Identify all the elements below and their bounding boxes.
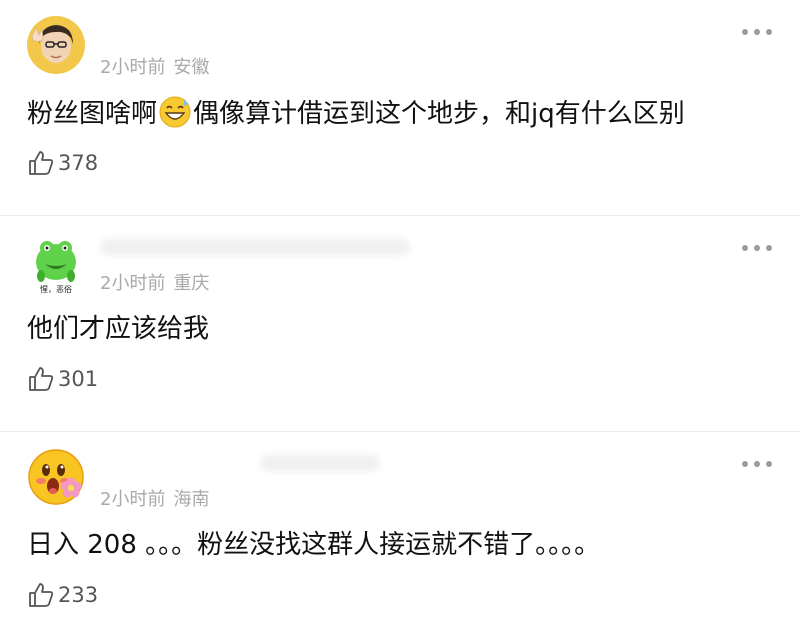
like-button[interactable]: 233 <box>27 581 98 609</box>
comment-location: 海南 <box>173 489 210 510</box>
avatar[interactable]: 惺，恶俗 <box>27 232 85 294</box>
blurred-username <box>260 454 380 472</box>
more-dots-icon[interactable] <box>742 243 772 253</box>
like-button[interactable]: 378 <box>27 149 98 177</box>
more-dots-icon[interactable] <box>742 459 772 469</box>
thumbs-up-icon <box>29 151 54 175</box>
comment-text-part: 粉丝图啥啊 <box>27 99 158 129</box>
comment-text: 粉丝图啥啊 偶像算计借运到这个地步，和jq有什么区别 <box>27 96 780 131</box>
green-frog-avatar-icon: 惺，恶俗 <box>36 241 76 294</box>
comment-meta: 2小时前 安徽 <box>100 53 209 79</box>
comment-time: 2小时前 <box>100 273 166 294</box>
avatar[interactable] <box>27 448 85 506</box>
comment-item: 惺，恶俗 2小时前 重庆 他们才应该给我 301 <box>0 216 800 432</box>
blurred-username <box>100 238 410 256</box>
blushing-emoji-flower-avatar-icon <box>28 449 84 505</box>
avatar[interactable] <box>27 16 85 74</box>
thumbs-up-icon <box>29 367 54 391</box>
like-count: 233 <box>58 583 99 607</box>
thumbs-up-icon <box>29 583 54 607</box>
comment-time: 2小时前 <box>100 489 166 510</box>
like-count: 301 <box>58 367 99 391</box>
comment-location: 安徽 <box>173 57 210 78</box>
comment-item: 2小时前 海南 日入 208 。。。粉丝没找这群人接运就不错了。。。。 233 <box>0 432 800 639</box>
like-button[interactable]: 301 <box>27 365 98 393</box>
comment-text: 日入 208 。。。粉丝没找这群人接运就不错了。。。。 <box>27 530 601 560</box>
comment-text: 他们才应该给我 <box>27 314 210 344</box>
person-photo-avatar-icon <box>27 16 85 74</box>
comment-location: 重庆 <box>173 273 210 294</box>
sweat-smile-emoji-icon <box>159 96 191 128</box>
avatar-caption: 惺，恶俗 <box>40 284 72 294</box>
comment-meta: 2小时前 重庆 <box>100 269 209 295</box>
comment-time: 2小时前 <box>100 57 166 78</box>
like-count: 378 <box>58 151 99 175</box>
comment-meta: 2小时前 海南 <box>100 485 209 511</box>
comment-item: 2小时前 安徽 粉丝图啥啊 偶像算计借运到这个地步，和jq有什么区别 378 <box>0 0 800 216</box>
more-dots-icon[interactable] <box>742 27 772 37</box>
comment-text-part: 偶像算计借运到这个地步，和jq有什么区别 <box>193 99 685 129</box>
